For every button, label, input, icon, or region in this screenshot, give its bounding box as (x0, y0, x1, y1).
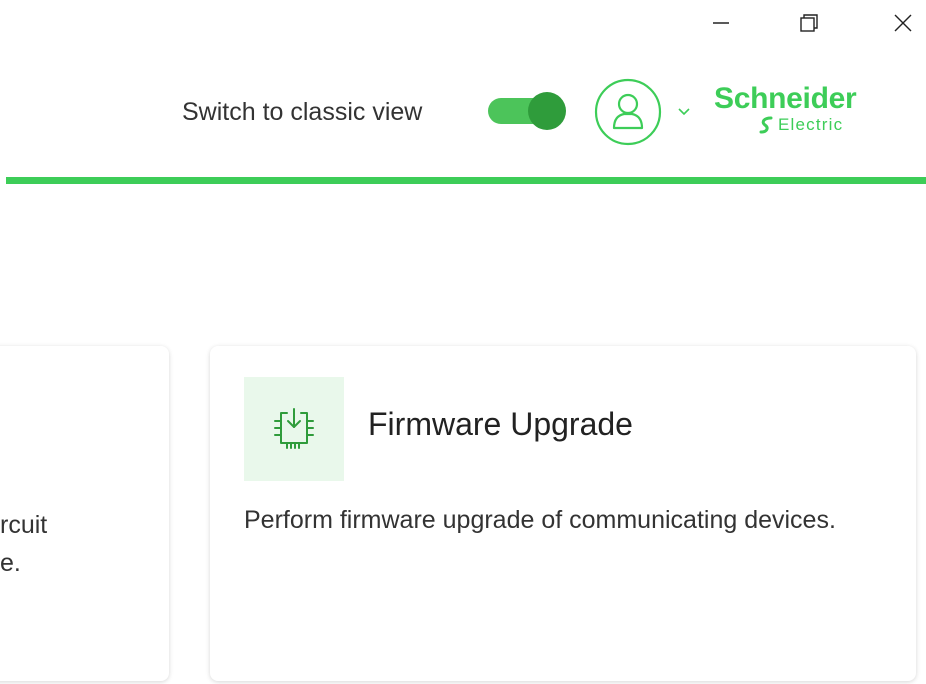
card-description: rcuit e. (0, 506, 47, 582)
close-icon (894, 14, 912, 32)
classic-view-toggle[interactable] (488, 92, 566, 130)
card-title: Firmware Upgrade (368, 406, 633, 442)
header-divider (6, 177, 926, 184)
card-description-line: e. (0, 549, 21, 577)
classic-view-label: Switch to classic view (182, 98, 423, 126)
tool-card-partial[interactable]: rcuit e. (0, 346, 169, 681)
minimize-icon (713, 22, 729, 24)
chip-download-icon (274, 408, 314, 449)
user-icon (594, 78, 662, 146)
window-controls (686, 0, 926, 46)
minimize-button[interactable] (698, 0, 744, 46)
card-description: Perform firmware upgrade of communicatin… (244, 506, 836, 534)
schneider-electric-logo: Schneider Electric (714, 82, 884, 142)
card-icon-container (244, 377, 344, 481)
app-header: Switch to classic view Schneider Electri… (0, 46, 926, 178)
user-menu-chevron[interactable] (676, 104, 692, 120)
logo-secondary: Electric (778, 115, 844, 134)
user-avatar-button[interactable] (594, 78, 662, 146)
restore-icon (800, 14, 818, 32)
toggle-knob (528, 92, 566, 130)
logo-secondary-row: Electric (758, 116, 843, 134)
logo-mark-icon (759, 116, 773, 134)
chevron-down-icon (678, 108, 690, 116)
close-button[interactable] (880, 0, 926, 46)
card-description-line: rcuit (0, 511, 48, 539)
logo-primary: Schneider (714, 82, 857, 115)
firmware-upgrade-card[interactable]: Firmware Upgrade Perform firmware upgrad… (210, 346, 916, 681)
restore-button[interactable] (786, 0, 832, 46)
